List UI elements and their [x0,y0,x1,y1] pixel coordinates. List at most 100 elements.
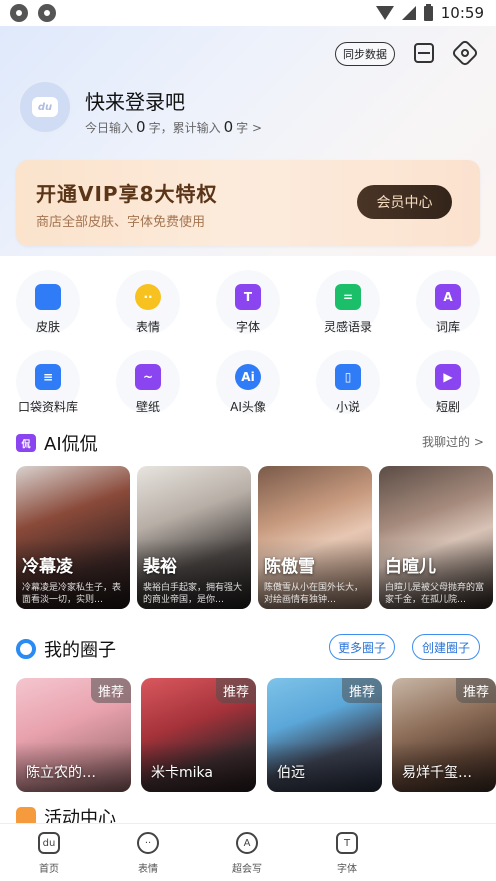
notification-icon [10,4,28,22]
tab-label: 字体 [337,864,357,875]
character-desc: 冷幕凌是冷家私生子，表面看淡一切，实则… [22,583,122,605]
group-name: 易烊千玺… [402,765,472,781]
feature-label: 灵感语录 [323,320,372,334]
bottom-tab-bar: du 首页 ·· 表情 A 超会写 T 字体 [0,823,496,881]
sync-data-button[interactable]: 同步数据 [335,42,395,66]
feature-label: AI头像 [230,400,266,414]
feature-label: 皮肤 [35,320,60,334]
tab-font[interactable]: T 字体 [317,832,377,875]
status-bar: 10:59 [0,0,496,26]
ai-chat-icon: 侃 [16,434,36,452]
vip-banner[interactable]: 开通VIP享8大特权 商店全部皮肤、字体免费使用 会员中心 [16,160,480,246]
battery-icon [423,3,433,21]
circles-section-title: 我的圈子 [44,640,116,661]
scan-icon[interactable] [414,43,434,63]
group-card[interactable]: 推荐米卡mika [141,678,256,792]
feature-dictionary[interactable]: A 词库 [416,270,480,352]
character-card[interactable]: 冷幕凌冷幕凌是冷家私生子，表面看淡一切，实则… [16,466,130,609]
notification-icon [38,4,56,22]
emoji-icon: ·· [135,284,161,310]
feature-label: 字体 [235,320,260,334]
today-count: 0 [136,118,146,136]
character-card[interactable]: 裴裕裴裕白手起家，拥有强大的商业帝国，是你… [137,466,251,609]
vip-subtitle: 商店全部皮肤、字体免费使用 [36,215,206,230]
total-count: 0 [223,118,234,136]
recommend-badge: 推荐 [341,678,382,703]
wallpaper-icon: ~ [135,364,161,390]
total-unit: 字 > [236,121,262,135]
recommend-badge: 推荐 [455,678,496,703]
ai-section-title: AI侃侃 [44,434,98,455]
writer-icon: A [236,832,258,854]
character-name: 陈傲雪 [264,557,315,577]
group-name: 陈立农的… [26,765,96,781]
feature-label: 词库 [435,320,460,334]
tab-writer[interactable]: A 超会写 [217,832,277,875]
home-icon: du [38,832,60,854]
feature-video[interactable]: ▶ 短剧 [416,350,480,432]
feature-label: 短剧 [435,400,460,414]
wifi-icon [375,6,394,20]
tab-emoji[interactable]: ·· 表情 [118,832,178,875]
feature-emoji[interactable]: ·· 表情 [116,270,180,352]
feature-shirt[interactable]: 皮肤 [16,270,80,352]
video-icon: ▶ [435,364,461,390]
feature-document[interactable]: ≡ 口袋资料库 [16,350,80,432]
tab-label: 首页 [39,864,59,875]
feature-label: 小说 [335,400,360,414]
character-desc: 陈傲雪从小在国外长大，对绘画情有独钟… [264,583,364,605]
dictionary-icon: A [435,284,461,310]
group-name: 伯远 [277,765,305,781]
feature-ai-avatar[interactable]: Ai AI头像 [216,350,280,432]
login-title[interactable]: 快来登录吧 [85,86,185,115]
feature-label: 口袋资料库 [17,400,78,414]
status-time: 10:59 [440,4,484,22]
group-card[interactable]: 推荐伯远 [267,678,382,792]
font-icon: T [235,284,261,310]
chat-history-link[interactable]: 我聊过的 > [422,433,484,450]
group-name: 米卡mika [151,765,213,781]
create-circle-button[interactable]: 创建圈子 [412,634,480,660]
character-name: 裴裕 [143,557,177,577]
recommend-badge: 推荐 [90,678,131,703]
member-center-button[interactable]: 会员中心 [357,185,452,219]
chat-icon: = [335,284,361,310]
more-circles-button[interactable]: 更多圈子 [329,634,395,660]
ai-section-header: 侃 AI侃侃 [16,430,98,456]
character-desc: 裴裕白手起家，拥有强大的商业帝国，是你… [143,583,243,605]
feature-book[interactable]: ▯ 小说 [316,350,380,432]
character-name: 白暄儿 [385,557,436,577]
font-icon: T [336,832,358,854]
status-right: 10:59 [375,3,484,22]
shirt-icon [35,284,61,310]
input-stats[interactable]: 今日输入 0 字，累计输入 0 字 > [85,118,262,136]
tab-label: 超会写 [232,864,262,875]
char-unit: 字，累计输入 [148,121,221,135]
circle-icon [16,639,36,659]
emoji-icon: ·· [137,832,159,854]
avatar[interactable]: du [18,80,72,134]
character-desc: 白暄儿是被父母抛弃的富家千金，在孤儿院… [385,583,485,605]
today-label: 今日输入 [85,121,134,135]
tab-home[interactable]: du 首页 [19,832,79,875]
group-card[interactable]: 推荐易烊千玺… [392,678,496,792]
ai-avatar-icon: Ai [235,364,261,390]
recommend-badge: 推荐 [215,678,256,703]
character-card[interactable]: 白暄儿白暄儿是被父母抛弃的富家千金，在孤儿院… [379,466,493,609]
feature-chat[interactable]: = 灵感语录 [316,270,380,352]
group-card[interactable]: 推荐陈立农的… [16,678,131,792]
circles-section-header: 我的圈子 [16,636,116,662]
status-left [10,4,56,22]
signal-icon [401,6,416,20]
feature-label: 壁纸 [135,400,160,414]
feature-font[interactable]: T 字体 [216,270,280,352]
character-name: 冷幕凌 [22,557,73,577]
tab-label: 表情 [138,864,158,875]
character-card[interactable]: 陈傲雪陈傲雪从小在国外长大，对绘画情有独钟… [258,466,372,609]
avatar-logo: du [32,97,58,117]
book-icon: ▯ [335,364,361,390]
vip-title: 开通VIP享8大特权 [36,182,218,206]
feature-wallpaper[interactable]: ~ 壁纸 [116,350,180,432]
document-icon: ≡ [35,364,61,390]
feature-label: 表情 [135,320,160,334]
